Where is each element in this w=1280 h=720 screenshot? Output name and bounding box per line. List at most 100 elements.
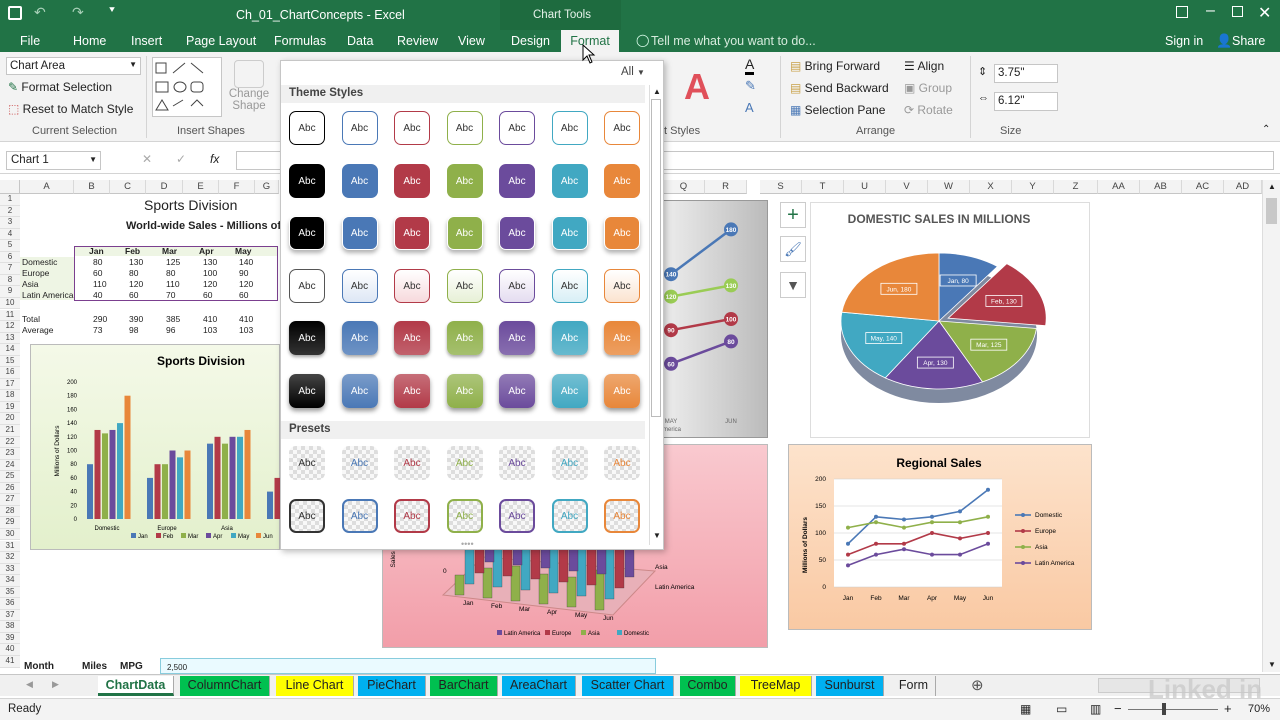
total-cell[interactable]: 385 bbox=[166, 314, 180, 324]
style-swatch[interactable]: Abc bbox=[499, 216, 535, 250]
average-cell[interactable]: 73 bbox=[93, 325, 102, 335]
domestic-pie-chart[interactable]: DOMESTIC SALES IN MILLIONS Jan, 80 Feb, 13… bbox=[810, 202, 1090, 438]
sheet-subtitle[interactable]: World-wide Sales - Millions of bbox=[126, 220, 281, 232]
style-swatch[interactable]: Abc bbox=[446, 374, 483, 408]
sheet-tab[interactable]: Line Chart bbox=[276, 676, 354, 696]
row-header[interactable]: 15 bbox=[0, 355, 20, 368]
minimize-icon[interactable]: – bbox=[1206, 2, 1215, 20]
style-swatch[interactable]: Abc bbox=[499, 499, 535, 533]
style-swatch[interactable]: Abc bbox=[341, 269, 378, 303]
column-header[interactable]: AD bbox=[1224, 180, 1262, 194]
style-swatch[interactable]: Abc bbox=[499, 321, 535, 355]
row-header[interactable]: 27 bbox=[0, 494, 20, 506]
table-cell[interactable]: 130 bbox=[203, 257, 217, 267]
column-header[interactable]: Q bbox=[663, 180, 705, 194]
sheet-tab[interactable]: Combo bbox=[680, 676, 736, 696]
zoom-out-icon[interactable]: − bbox=[1114, 701, 1122, 716]
undo-icon[interactable]: ↶ bbox=[34, 4, 46, 21]
select-all-corner[interactable] bbox=[0, 180, 20, 194]
row-header[interactable]: 25 bbox=[0, 471, 20, 483]
tab-data[interactable]: Data bbox=[347, 34, 373, 48]
tab-view[interactable]: View bbox=[458, 34, 485, 48]
text-outline-icon[interactable]: ✎ bbox=[745, 78, 756, 94]
month-header[interactable]: May bbox=[235, 246, 252, 256]
shape-width-input[interactable]: 6.12" bbox=[994, 92, 1058, 111]
row-header[interactable]: 6 bbox=[0, 251, 20, 264]
scroll-down-icon[interactable]: ▼ bbox=[1268, 660, 1276, 669]
style-swatch[interactable]: Abc bbox=[341, 499, 378, 533]
new-sheet-icon[interactable]: ⊕ bbox=[971, 676, 984, 694]
total-cell[interactable]: 410 bbox=[203, 314, 217, 324]
style-swatch[interactable]: Abc bbox=[604, 499, 640, 533]
chart-styles-button[interactable]: 🖌 bbox=[780, 236, 806, 262]
enter-icon[interactable]: ✓ bbox=[176, 152, 186, 166]
tab-insert[interactable]: Insert bbox=[131, 34, 162, 48]
gallery-filter-dropdown[interactable]: All ▼ bbox=[621, 66, 645, 78]
style-swatch[interactable]: Abc bbox=[604, 446, 640, 480]
resize-grip-icon[interactable]: •••• bbox=[461, 539, 474, 549]
column-header[interactable]: E bbox=[183, 180, 219, 194]
table-cell[interactable]: 110 bbox=[93, 279, 107, 289]
total-cell[interactable]: 410 bbox=[239, 314, 253, 324]
row-header[interactable]: 32 bbox=[0, 552, 20, 564]
column-header[interactable]: R bbox=[705, 180, 747, 194]
cell-mpg[interactable]: MPG bbox=[120, 661, 143, 672]
row-label[interactable]: Asia bbox=[22, 279, 39, 289]
tab-home[interactable]: Home bbox=[73, 34, 106, 48]
tell-me-search[interactable]: Tell me what you want to do... bbox=[651, 34, 816, 48]
shapes-gallery[interactable] bbox=[152, 57, 222, 117]
style-swatch[interactable]: Abc bbox=[446, 499, 483, 533]
save-icon[interactable] bbox=[8, 6, 22, 20]
row-header[interactable]: 12 bbox=[0, 321, 20, 333]
scroll-up-icon[interactable]: ▲ bbox=[1268, 182, 1276, 191]
customize-qat-icon[interactable]: ⯆ bbox=[108, 5, 116, 16]
send-backward-button[interactable]: ▤ Send Backward bbox=[790, 81, 889, 95]
style-swatch[interactable]: Abc bbox=[551, 111, 588, 145]
row-header[interactable]: 20 bbox=[0, 413, 20, 425]
chart-filters-button[interactable]: ▼ bbox=[780, 272, 806, 298]
change-shape-button[interactable]: Change Shape bbox=[228, 60, 270, 112]
sheet-title[interactable]: Sports Division bbox=[144, 197, 237, 213]
row-header[interactable]: 11 bbox=[0, 309, 20, 322]
prev-sheet-icon[interactable]: ◀ bbox=[26, 679, 33, 690]
total-label[interactable]: Total bbox=[22, 314, 40, 324]
row-header[interactable]: 22 bbox=[0, 436, 20, 449]
month-header[interactable]: Feb bbox=[125, 246, 140, 256]
style-swatch[interactable]: Abc bbox=[341, 374, 378, 408]
tab-review[interactable]: Review bbox=[397, 34, 438, 48]
cancel-icon[interactable]: ✕ bbox=[142, 152, 152, 166]
row-header[interactable]: 31 bbox=[0, 540, 20, 553]
share-button[interactable]: Share bbox=[1232, 34, 1265, 48]
normal-view-icon[interactable]: ▦ bbox=[1020, 702, 1031, 716]
style-swatch[interactable]: Abc bbox=[446, 164, 483, 198]
wordart-style-sample[interactable]: A bbox=[684, 66, 710, 108]
align-button[interactable]: ☰ Align bbox=[904, 59, 944, 73]
row-label[interactable]: Latin America bbox=[22, 290, 74, 300]
style-swatch[interactable]: Abc bbox=[394, 321, 430, 355]
sports-division-chart[interactable]: Sports Division Millions of Dollars 0 20 40 6… bbox=[30, 344, 289, 550]
row-header[interactable]: 2 bbox=[0, 205, 20, 218]
group-button[interactable]: ▣ Group bbox=[904, 81, 952, 95]
column-header[interactable]: AA bbox=[1098, 180, 1140, 194]
row-header[interactable]: 3 bbox=[0, 217, 20, 229]
sheet-tab[interactable]: AreaChart bbox=[502, 676, 576, 696]
row-header[interactable]: 34 bbox=[0, 575, 20, 587]
style-swatch[interactable]: Abc bbox=[499, 374, 535, 408]
style-swatch[interactable]: Abc bbox=[446, 269, 483, 303]
style-swatch[interactable]: Abc bbox=[394, 269, 430, 303]
total-cell[interactable]: 290 bbox=[93, 314, 107, 324]
insert-function-icon[interactable]: fx bbox=[210, 152, 219, 166]
column-header[interactable]: AB bbox=[1140, 180, 1182, 194]
average-cell[interactable]: 96 bbox=[166, 325, 175, 335]
style-swatch[interactable]: Abc bbox=[551, 446, 588, 480]
page-break-view-icon[interactable]: ▥ bbox=[1090, 702, 1101, 716]
style-swatch[interactable]: Abc bbox=[289, 499, 325, 533]
rotate-button[interactable]: ⟳ Rotate bbox=[904, 103, 953, 117]
regional-sales-chart[interactable]: Regional Sales Millions of Dollars 0 50 100 1… bbox=[788, 444, 1092, 630]
style-swatch[interactable]: Abc bbox=[289, 374, 325, 408]
column-header[interactable]: W bbox=[928, 180, 970, 194]
table-cell[interactable]: 120 bbox=[239, 279, 253, 289]
style-swatch[interactable]: Abc bbox=[289, 446, 325, 480]
column-header[interactable]: V bbox=[886, 180, 928, 194]
row-header[interactable]: 40 bbox=[0, 644, 20, 656]
